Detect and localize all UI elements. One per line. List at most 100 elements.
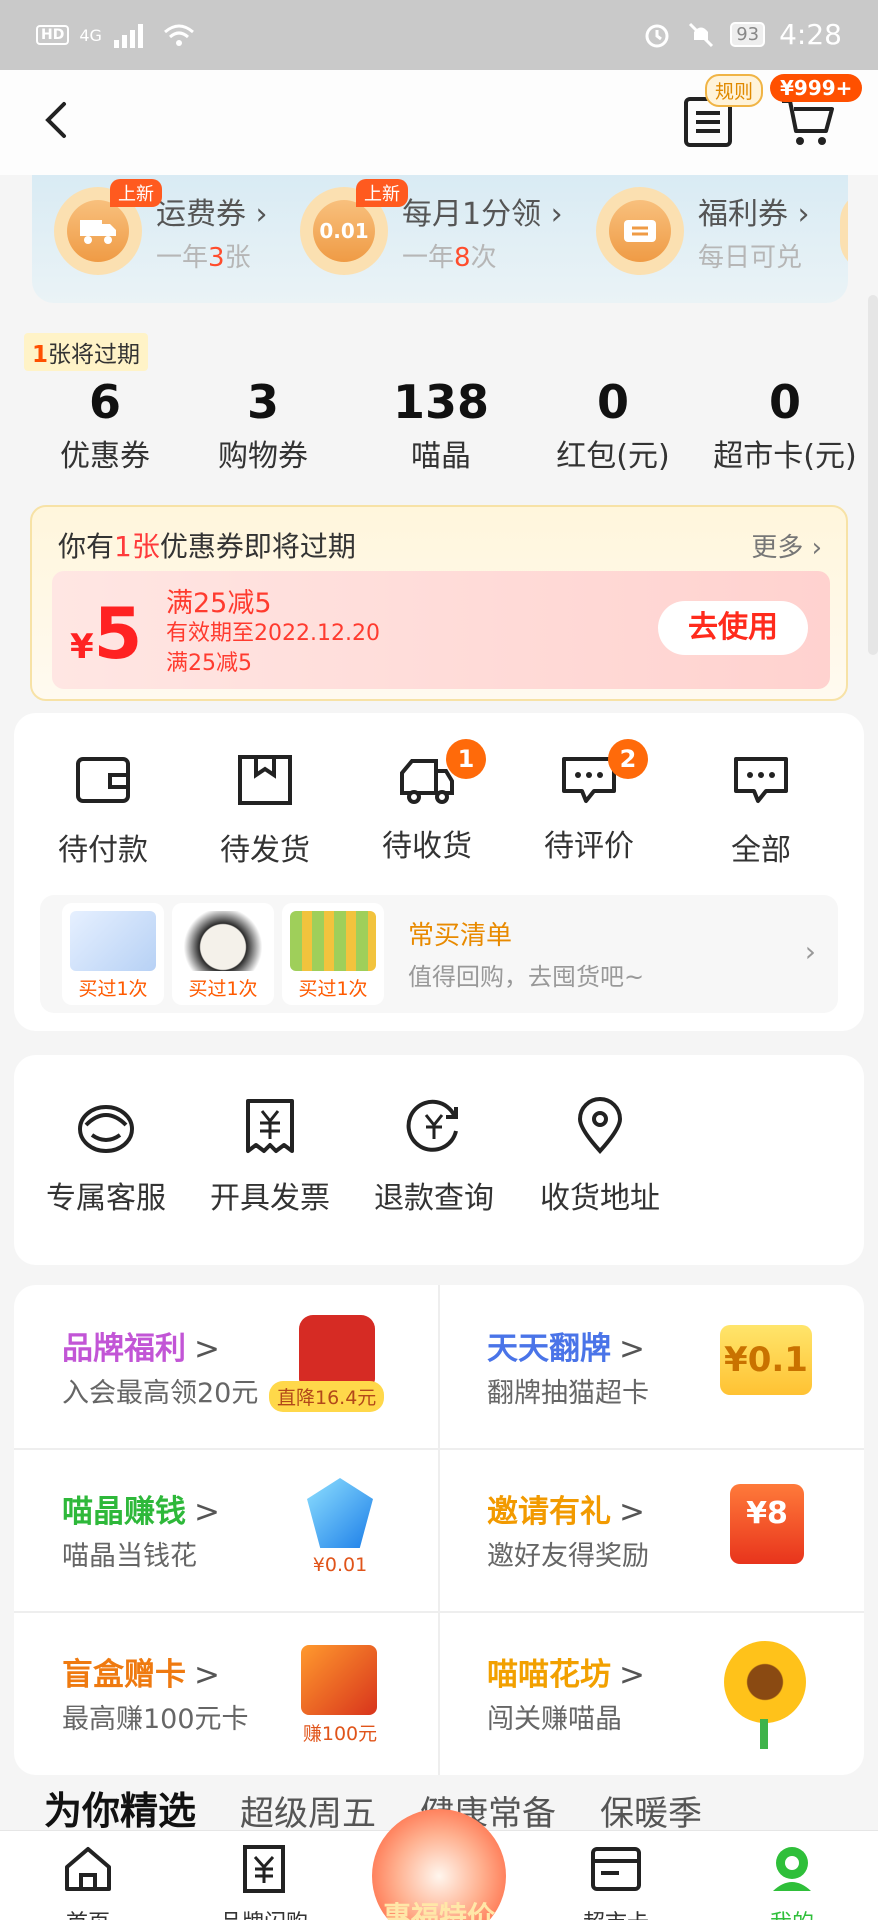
- benefit-freight[interactable]: 上新 运费券 › 一年3张: [54, 179, 268, 279]
- crystal-image: ¥0.01: [285, 1478, 389, 1578]
- bought-tag: 买过1次: [78, 978, 148, 1000]
- service-label: 开具发票: [210, 1181, 330, 1216]
- order-label: 全部: [731, 833, 791, 868]
- ticket-icon: [596, 187, 684, 275]
- use-coupon-button[interactable]: 去使用: [658, 601, 808, 655]
- stat-market-card[interactable]: 0 超市卡(元): [700, 375, 870, 475]
- benefit-title: 福利券: [698, 196, 788, 232]
- truck-icon: 上新: [54, 179, 162, 275]
- promo-subtitle: 翻牌抽猫超卡: [487, 1378, 649, 1409]
- coin-icon-text: 0.01: [313, 200, 375, 262]
- expire-text: 张将过期: [48, 342, 141, 368]
- stat-label: 购物券: [218, 439, 308, 474]
- service-label: 专属客服: [46, 1181, 166, 1216]
- tab-warm-season[interactable]: 保暖季: [600, 1786, 702, 1830]
- promo-subtitle: 闯关赚喵晶: [487, 1704, 622, 1735]
- expire-tip: 1张将过期: [24, 333, 149, 371]
- promo-miaojing-earn[interactable]: 喵晶赚钱 > 喵晶当钱花 ¥0.01: [14, 1448, 439, 1611]
- card-icon: [591, 1847, 641, 1891]
- product-thumb-shoes[interactable]: 买过1次: [172, 903, 274, 1005]
- all-orders-icon: [734, 757, 788, 803]
- order-label: 待发货: [220, 833, 310, 868]
- service-invoice[interactable]: 开具发票: [200, 1097, 340, 1217]
- yen-symbol: ¥: [70, 627, 94, 667]
- tab-for-you[interactable]: 为你精选: [44, 1780, 196, 1830]
- drink-image: [290, 911, 376, 971]
- stat-label: 红包(元): [556, 439, 670, 474]
- benefit-unit: 张: [224, 242, 251, 273]
- nav-brand-flash[interactable]: 品牌闪购: [204, 1843, 324, 1920]
- coupon-title-prefix: 你有: [58, 530, 115, 563]
- cart-icon[interactable]: [780, 95, 836, 149]
- stat-label: 喵晶: [411, 439, 471, 474]
- nav-market-card[interactable]: 超市卡: [556, 1843, 676, 1920]
- promo-blind-box[interactable]: 盲盒赠卡 > 最高赚100元卡 赚100元: [14, 1611, 439, 1774]
- order-pending-ship[interactable]: 待发货: [200, 753, 330, 869]
- asset-stats: 6 优惠券 3 购物券 138 喵晶 0 红包(元) 0 超市卡(元): [0, 375, 878, 485]
- crystal-value: ¥0.01: [312, 1554, 368, 1576]
- benefit-title: 运费券: [156, 196, 246, 232]
- coupon-amount: ¥5: [70, 593, 142, 675]
- new-badge: 上新: [110, 179, 162, 207]
- alarm-icon: [645, 24, 669, 47]
- nav-label: 品牌闪购: [204, 1905, 324, 1920]
- benefit-count: 3: [208, 242, 225, 273]
- stat-red-packet[interactable]: 0 红包(元): [528, 375, 698, 475]
- stat-label: 优惠券: [60, 439, 150, 474]
- benefit-sub: 一年: [156, 242, 209, 273]
- product-thumb-drink[interactable]: 买过1次: [282, 903, 384, 1005]
- stat-value: 3: [246, 375, 279, 429]
- rule-badge[interactable]: 规则: [705, 74, 764, 107]
- promo-invite[interactable]: 邀请有礼 > 邀好友得奖励 ¥8: [439, 1448, 864, 1611]
- order-pending-payment[interactable]: 待付款: [38, 753, 168, 869]
- battery-indicator: 93: [730, 22, 766, 47]
- coupon-title-count: 1张: [114, 530, 160, 563]
- buy-list-title: 常买清单: [408, 921, 513, 951]
- benefit-sub: 一年: [402, 242, 455, 273]
- expire-count: 1: [32, 342, 49, 368]
- order-label: 待收货: [382, 829, 472, 864]
- promo-brand-welfare[interactable]: 品牌福利 > 入会最高领20元 直降16.4元: [14, 1285, 439, 1448]
- service-address[interactable]: 收货地址: [530, 1097, 670, 1217]
- blind-box-image: 赚100元: [285, 1641, 389, 1745]
- coupon-conditions: 满25减5 有效期至2022.12.20 满25减5: [166, 589, 380, 679]
- product-thumb-milk[interactable]: 买过1次: [62, 903, 164, 1005]
- order-all[interactable]: 全部: [696, 753, 826, 869]
- benefit-unit: 次: [470, 242, 497, 273]
- promo-subtitle: 邀好友得奖励: [487, 1541, 649, 1572]
- stat-miaojing[interactable]: 138 喵晶: [356, 375, 526, 475]
- more-link[interactable]: 更多 ›: [751, 527, 822, 564]
- shoes-image: [180, 911, 266, 971]
- cart-amount-badge: ¥999+: [770, 74, 863, 102]
- promo-flower-shop[interactable]: 喵喵花坊 > 闯关赚喵晶: [439, 1611, 864, 1774]
- frequent-buy-list[interactable]: 买过1次 买过1次 买过1次 常买清单 值得回购，去囤货吧~ ›: [40, 895, 838, 1013]
- stat-coupons[interactable]: 6 优惠券: [20, 375, 190, 475]
- service-refund[interactable]: 退款查询: [364, 1097, 504, 1217]
- tab-super-friday[interactable]: 超级周五: [240, 1786, 376, 1830]
- promo-title: 天天翻牌: [487, 1331, 611, 1367]
- profile-icon: [773, 1847, 811, 1891]
- stat-value: 138: [392, 375, 490, 429]
- service-customer-support[interactable]: 专属客服: [36, 1097, 176, 1217]
- coupon-item[interactable]: ¥5 满25减5 有效期至2022.12.20 满25减5 去使用: [52, 571, 830, 689]
- benefit-sub: 每日可兑: [698, 242, 803, 273]
- blind-box-value: 赚100元: [302, 1723, 378, 1745]
- stat-shopping-coupons[interactable]: 3 购物券: [178, 375, 348, 475]
- nav-profile[interactable]: 我的: [732, 1843, 852, 1920]
- benefit-monthly[interactable]: 0.01 上新 每月1分领 › 一年8次: [300, 179, 563, 279]
- promo-title: 邀请有礼: [487, 1494, 611, 1530]
- nav-label: 惠福特价: [382, 1900, 495, 1920]
- new-badge: 上新: [356, 179, 408, 207]
- order-pending-receive[interactable]: 1 待收货: [362, 739, 492, 865]
- promo-title: 盲盒赠卡: [62, 1657, 186, 1693]
- coupon-condition-repeat: 满25减5: [166, 651, 252, 676]
- price-drop-tag: 直降16.4元: [269, 1381, 385, 1412]
- nav-home[interactable]: 首页: [28, 1843, 148, 1920]
- benefit-welfare[interactable]: 福利券 › 每日可兑: [596, 183, 810, 279]
- promo-daily-flip[interactable]: 天天翻牌 > 翻牌抽猫超卡 ¥0.1: [439, 1285, 864, 1448]
- service-label: 退款查询: [374, 1181, 494, 1216]
- wallet-icon: [76, 757, 130, 803]
- back-arrow-icon[interactable]: [38, 100, 78, 140]
- signal-icon: [113, 24, 143, 48]
- order-pending-review[interactable]: 2 待评价: [524, 739, 654, 865]
